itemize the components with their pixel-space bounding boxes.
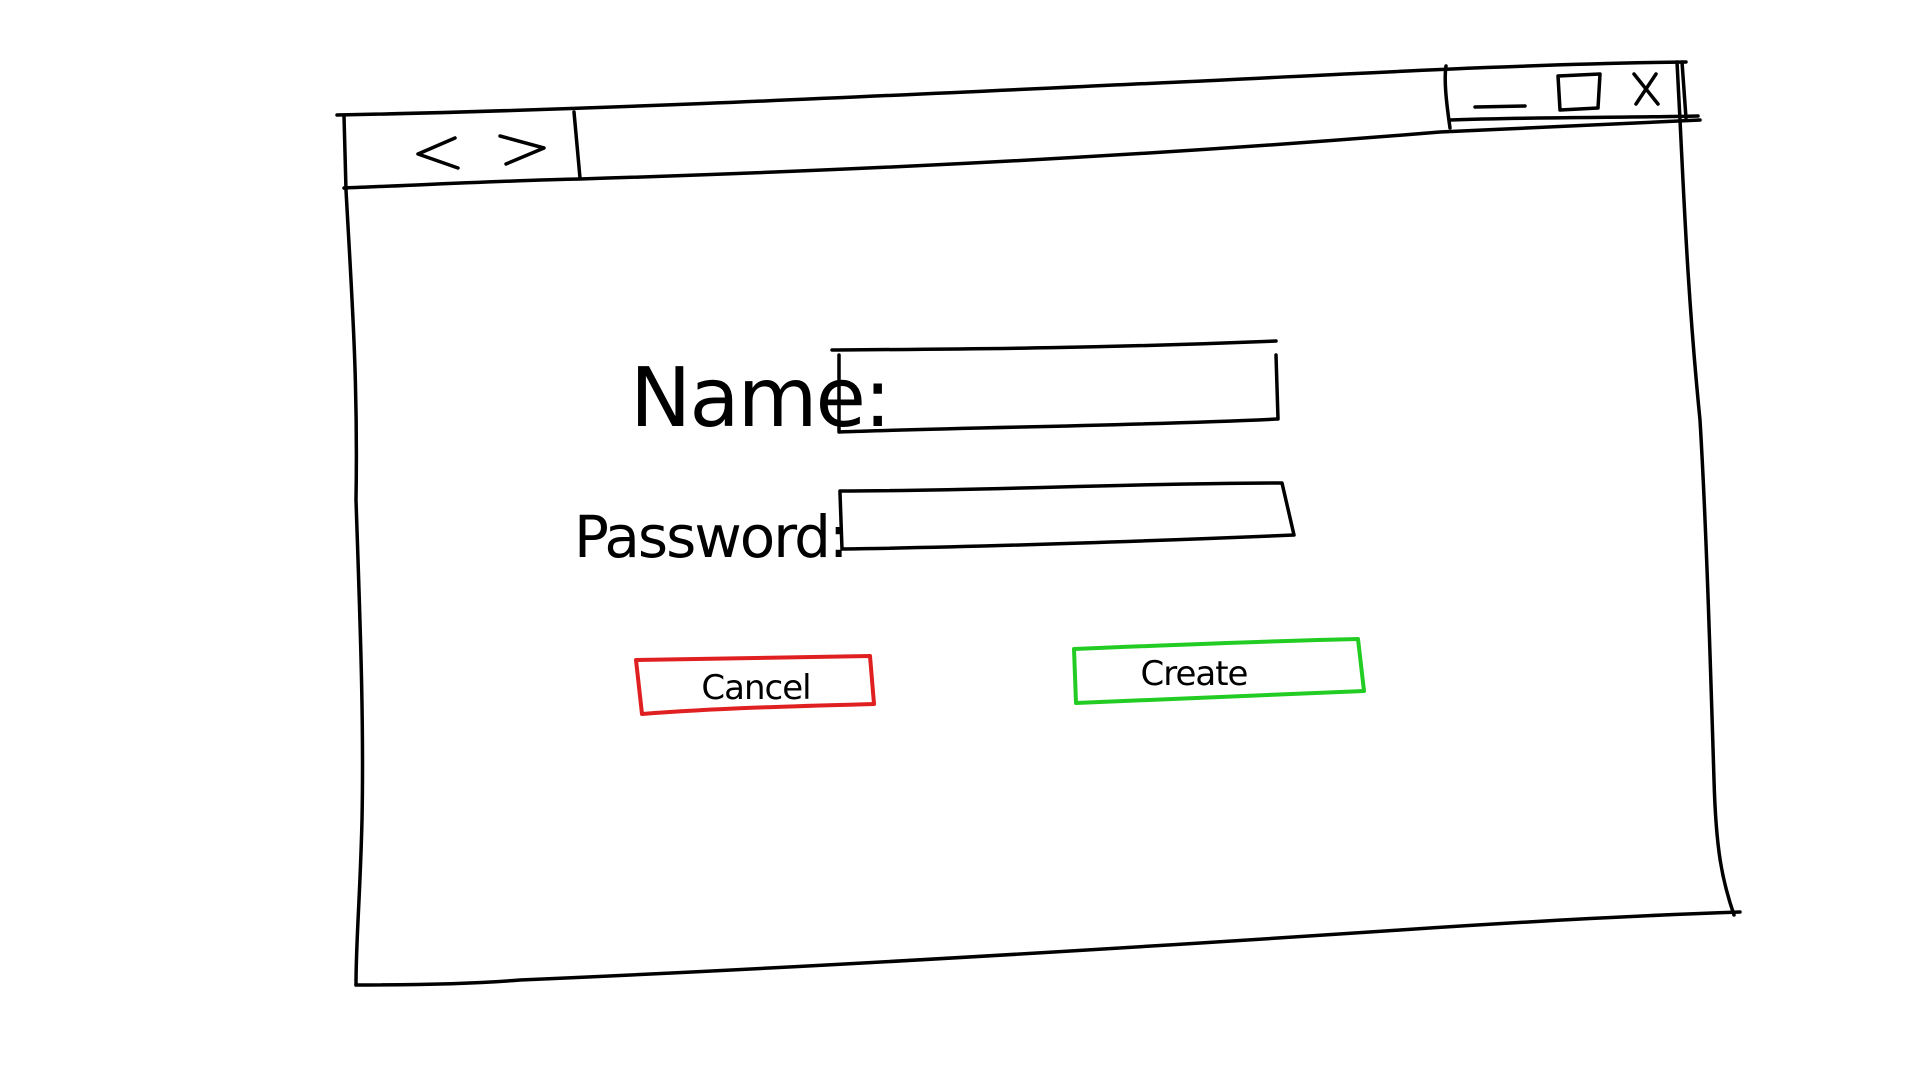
close-icon[interactable] [1628,70,1664,108]
forward-button[interactable] [492,128,552,178]
password-input[interactable] [846,495,1281,545]
name-input[interactable] [842,355,1272,425]
back-button[interactable] [410,130,470,180]
cancel-button[interactable] [636,655,876,715]
minimize-icon[interactable] [1470,95,1530,115]
password-label: Password: [574,503,848,571]
create-button[interactable] [1076,642,1362,704]
maximize-icon[interactable] [1552,70,1606,116]
